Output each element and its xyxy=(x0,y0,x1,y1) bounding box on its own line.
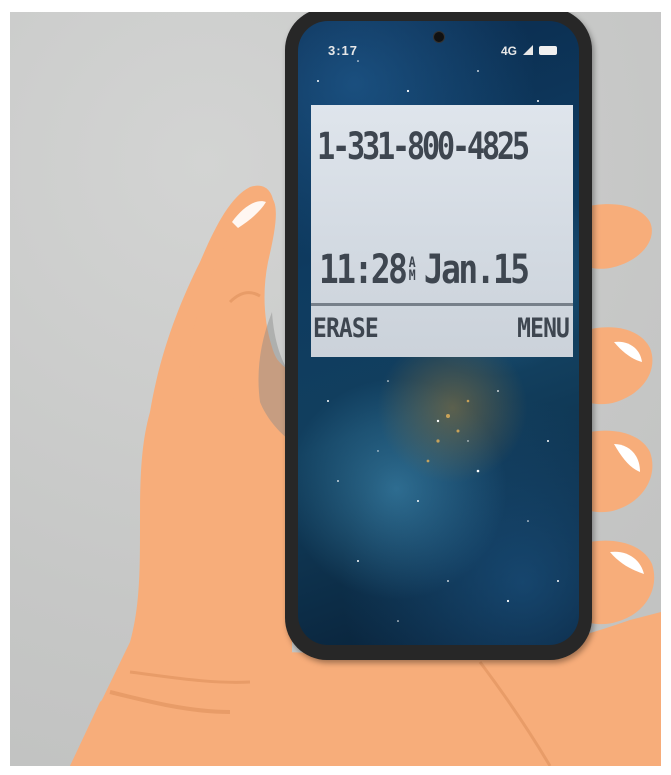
menu-softkey[interactable]: MENU xyxy=(517,313,570,344)
erase-softkey[interactable]: ERASE xyxy=(313,313,379,344)
am-pm-bottom: M xyxy=(408,268,416,284)
clock-date-row: 11:28 A M Jan.15 xyxy=(319,247,530,293)
status-time: 3:17 xyxy=(328,43,359,58)
clock-time: 11:28 xyxy=(319,247,408,293)
network-label: 4G xyxy=(500,43,517,58)
smartphone: 3:17 4G 1-331-800-4825 11:28 A M Jan.15 … xyxy=(285,12,592,660)
phone-screen: 3:17 4G 1-331-800-4825 11:28 A M Jan.15 … xyxy=(298,21,579,645)
front-camera xyxy=(433,31,445,43)
softkey-divider xyxy=(311,303,573,306)
scene: 3:17 4G 1-331-800-4825 11:28 A M Jan.15 … xyxy=(10,12,661,766)
dialed-phone-number: 1-331-800-4825 xyxy=(317,125,530,168)
date-label: Jan.15 xyxy=(423,247,530,293)
status-icons: 4G xyxy=(501,43,557,58)
signal-icon xyxy=(523,43,533,58)
battery-icon xyxy=(539,46,557,55)
feature-phone-lcd-display: 1-331-800-4825 11:28 A M Jan.15 ERASE ME… xyxy=(311,105,573,357)
am-pm-indicator: A M xyxy=(408,256,416,284)
status-bar: 3:17 4G xyxy=(298,21,579,61)
